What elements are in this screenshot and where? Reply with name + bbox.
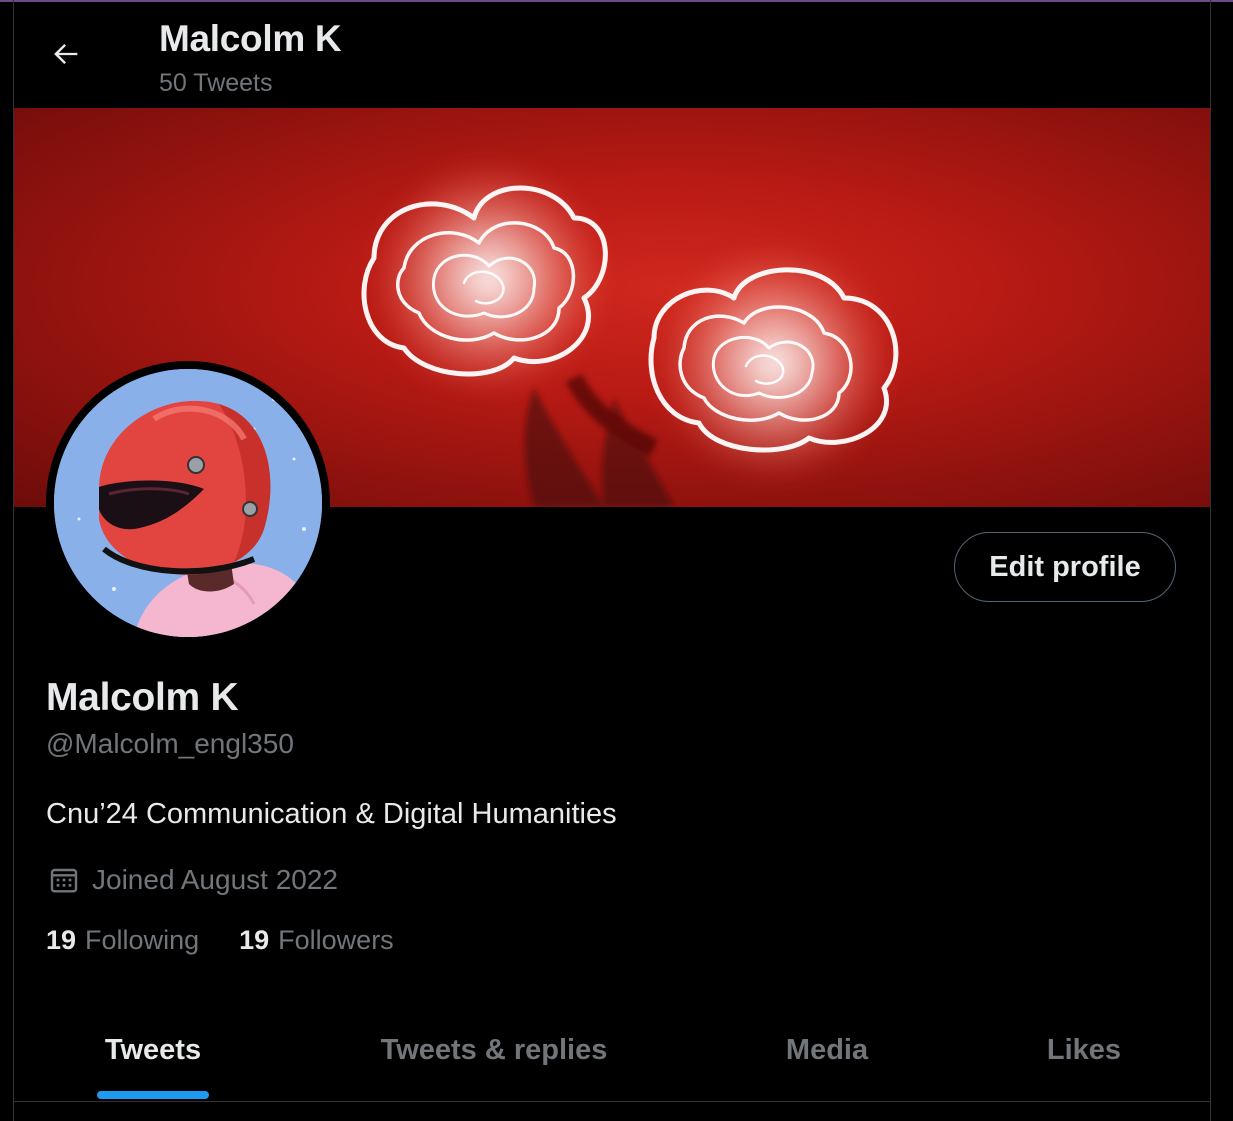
user-handle: @Malcolm_engl350 <box>46 728 294 759</box>
following-label: Following <box>85 925 200 955</box>
follow-stats: 19 Following 19 Followers <box>46 925 394 956</box>
followers-label: Followers <box>278 925 394 955</box>
followers-count: 19 <box>239 925 270 955</box>
calendar-icon <box>50 868 78 893</box>
tweet-count: 50 Tweets <box>159 69 273 97</box>
joined-date: Joined August 2022 <box>48 862 338 898</box>
tabs-divider <box>14 1101 1210 1102</box>
tab-tweets[interactable]: Tweets <box>14 1000 292 1101</box>
tab-tweets-replies[interactable]: Tweets & replies <box>292 1000 696 1101</box>
display-name: Malcolm K <box>46 676 239 719</box>
back-button[interactable] <box>44 32 88 76</box>
arrow-left-icon <box>54 43 78 65</box>
joined-text: Joined August 2022 <box>92 864 338 895</box>
following-link[interactable]: 19 Following <box>46 925 199 956</box>
profile-bio: Cnu’24 Communication & Digital Humanitie… <box>46 798 617 830</box>
avatar-image <box>54 369 322 637</box>
followers-link[interactable]: 19 Followers <box>239 925 394 956</box>
header-title: Malcolm K <box>159 18 342 59</box>
following-count: 19 <box>46 925 77 955</box>
edit-profile-button[interactable]: Edit profile <box>954 532 1176 602</box>
profile-header: Malcolm K 50 Tweets <box>14 2 1210 108</box>
active-tab-indicator <box>97 1091 209 1099</box>
profile-tabs: Tweets Tweets & replies Media Likes <box>14 1000 1210 1101</box>
tab-media[interactable]: Media <box>696 1000 958 1101</box>
helmet-illustration <box>54 369 322 637</box>
profile-page: Malcolm K 50 Tweets Edit profile Malcolm… <box>0 0 1233 1121</box>
avatar[interactable] <box>46 361 330 645</box>
tab-likes[interactable]: Likes <box>958 1000 1210 1101</box>
column-right-border <box>1210 0 1211 1121</box>
